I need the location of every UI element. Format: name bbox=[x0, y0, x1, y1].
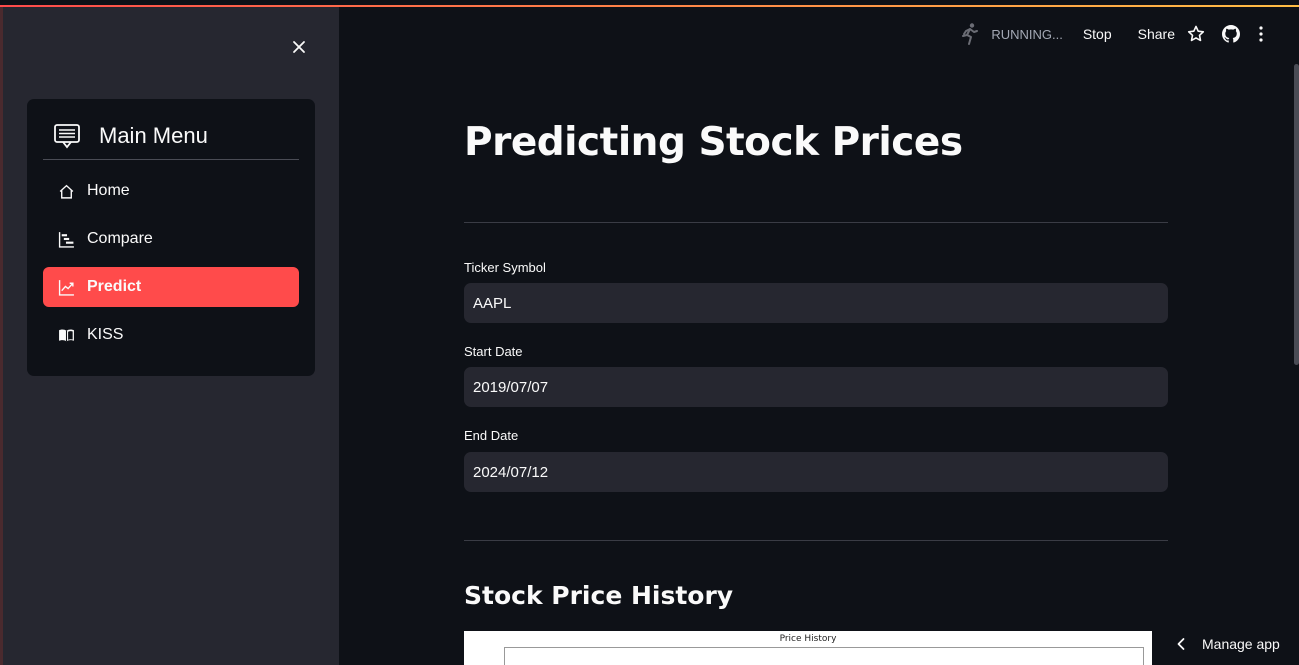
menu-item-label: Compare bbox=[87, 230, 153, 247]
menu-item-kiss[interactable]: KISS bbox=[43, 315, 299, 355]
close-sidebar-button[interactable] bbox=[285, 33, 313, 61]
scrollbar[interactable] bbox=[1294, 64, 1299, 365]
end-date-label: End Date bbox=[464, 428, 519, 443]
chart-frame bbox=[504, 647, 1144, 665]
menu-header: Main Menu bbox=[43, 113, 299, 160]
running-status: RUNNING... bbox=[991, 26, 1063, 42]
book-icon bbox=[59, 328, 74, 341]
more-vertical-icon[interactable] bbox=[1258, 25, 1264, 43]
menu-item-label: Home bbox=[87, 182, 130, 199]
house-icon bbox=[59, 184, 74, 199]
start-date-input[interactable]: 2019/07/07 bbox=[464, 367, 1168, 407]
divider bbox=[464, 222, 1168, 223]
section-title: Stock Price History bbox=[464, 581, 734, 610]
main-menu: Main Menu Home Compare Predict KISS bbox=[27, 99, 315, 376]
manage-app-button[interactable]: Manage app bbox=[1162, 622, 1299, 665]
chart-title: Price History bbox=[779, 634, 837, 644]
close-icon bbox=[293, 41, 305, 53]
running-man-icon bbox=[962, 23, 979, 45]
ticker-input[interactable]: AAPL bbox=[464, 283, 1168, 323]
menu-item-home[interactable]: Home bbox=[43, 171, 299, 211]
star-icon[interactable] bbox=[1187, 25, 1205, 43]
menu-item-label: Predict bbox=[87, 278, 142, 295]
ticker-label: Ticker Symbol bbox=[464, 260, 546, 275]
menu-card-icon bbox=[54, 124, 80, 149]
menu-item-label: KISS bbox=[87, 326, 124, 343]
manage-app-label: Manage app bbox=[1202, 635, 1280, 652]
top-toolbar: RUNNING... Stop Share bbox=[959, 7, 1299, 61]
top-decoration bbox=[0, 0, 1299, 7]
share-button[interactable]: Share bbox=[1138, 26, 1175, 42]
page-title: Predicting Stock Prices bbox=[464, 120, 963, 165]
menu-item-predict[interactable]: Predict bbox=[43, 267, 299, 307]
divider bbox=[464, 540, 1168, 541]
price-history-chart: Price History bbox=[464, 631, 1152, 665]
end-date-input[interactable]: 2024/07/12 bbox=[464, 452, 1168, 492]
stop-button[interactable]: Stop bbox=[1083, 26, 1112, 42]
github-icon[interactable] bbox=[1222, 25, 1240, 43]
sidebar: Main Menu Home Compare Predict KISS bbox=[0, 7, 339, 665]
chevron-left-icon bbox=[1177, 637, 1185, 650]
start-date-label: Start Date bbox=[464, 344, 523, 359]
bar-chart-steps-icon bbox=[58, 231, 74, 248]
graph-up-icon bbox=[58, 279, 74, 296]
menu-title: Main Menu bbox=[99, 123, 208, 148]
menu-item-compare[interactable]: Compare bbox=[43, 219, 299, 259]
